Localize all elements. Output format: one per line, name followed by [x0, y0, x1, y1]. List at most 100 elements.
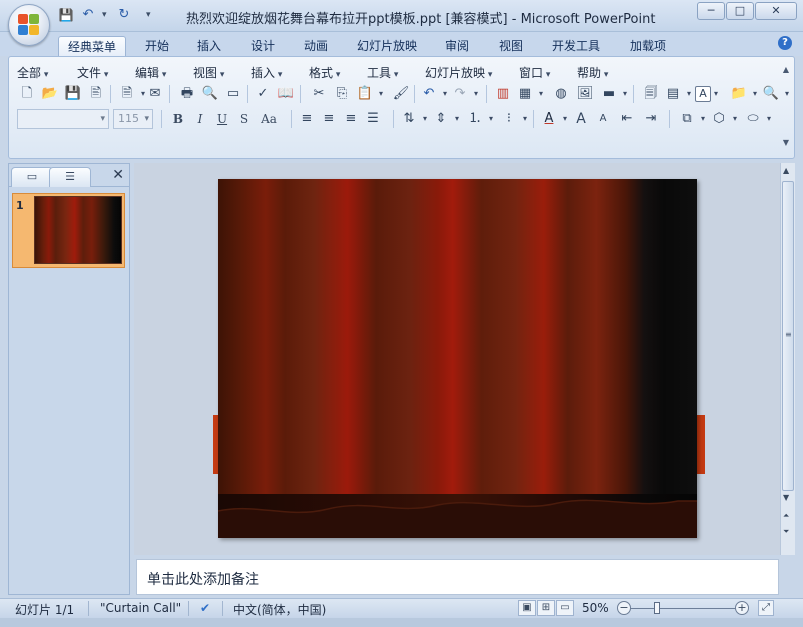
research-icon[interactable]: 📖 — [276, 84, 296, 104]
close-button[interactable]: ✕ — [755, 2, 797, 20]
customize-qat-icon[interactable]: ▾ — [146, 10, 154, 20]
copy-icon[interactable]: ⎘ — [332, 84, 352, 104]
zoom-slider-knob[interactable] — [654, 602, 660, 614]
normal-view-button[interactable]: ▣ — [518, 600, 536, 616]
menu-file[interactable]: 文件 — [77, 64, 108, 81]
zoom-icon[interactable]: 🔍 — [761, 84, 789, 104]
folder-icon[interactable]: 📁 — [729, 84, 757, 104]
scroll-up-icon[interactable]: ▲ — [783, 166, 789, 175]
print-preview-icon[interactable]: 🔍 — [200, 84, 220, 104]
undo-dropdown-icon[interactable]: ▾ — [102, 10, 110, 20]
menu-all[interactable]: 全部 — [17, 64, 48, 81]
menu-format[interactable]: 格式 — [309, 64, 340, 81]
shadow-button[interactable]: S — [235, 110, 253, 128]
new-slide-icon[interactable]: 🗐 — [641, 84, 661, 104]
menu-window[interactable]: 窗口 — [519, 64, 550, 81]
slides-tab[interactable]: ▭ — [11, 167, 53, 187]
minimize-button[interactable]: ─ — [697, 2, 725, 20]
tab-insert[interactable]: 插入 — [188, 36, 230, 56]
align-text-icon[interactable]: ⇕ — [431, 109, 459, 129]
table-icon[interactable]: ▦ — [515, 84, 543, 104]
cut-icon[interactable]: ✂ — [309, 84, 329, 104]
grow-font-icon[interactable]: A — [571, 109, 591, 129]
clip-art-icon[interactable]: ◍ — [551, 84, 571, 104]
tab-classic-menu[interactable]: 经典菜单 — [58, 36, 126, 56]
slide-sorter-button[interactable]: ⊞ — [537, 600, 555, 616]
zoom-out-icon[interactable]: − — [617, 601, 631, 615]
redo-icon[interactable]: ↻ — [116, 7, 132, 23]
font-name-combo[interactable] — [17, 109, 109, 129]
permission-icon[interactable]: 🗎 — [117, 84, 145, 104]
slide-thumbnail[interactable] — [34, 196, 122, 264]
font-size-combo[interactable]: 115 — [113, 109, 153, 129]
next-slide-icon[interactable]: ⏷ — [783, 527, 789, 537]
tab-home[interactable]: 开始 — [136, 36, 178, 56]
text-box-icon[interactable]: A — [695, 86, 718, 102]
slide-show-button[interactable]: ▭ — [556, 600, 574, 616]
tab-developer[interactable]: 开发工具 — [544, 36, 608, 56]
bold-button[interactable]: B — [169, 110, 187, 128]
undo-icon[interactable]: ↶ — [419, 84, 447, 104]
text-direction-icon[interactable]: ⇅ — [399, 109, 427, 129]
previous-slide-icon[interactable]: ⏶ — [783, 511, 789, 521]
undo-icon[interactable]: ↶ — [80, 7, 96, 23]
align-left-icon[interactable]: ≡ — [297, 109, 317, 129]
arrange-icon[interactable]: ⧉ — [677, 109, 705, 129]
save-icon[interactable]: 💾 — [63, 84, 83, 104]
save-as-pdf-icon[interactable]: 🖹 — [86, 84, 106, 104]
decrease-indent-icon[interactable]: ⇤ — [617, 109, 637, 129]
outline-tab[interactable]: ☰ — [49, 167, 91, 187]
fill-color-icon[interactable]: ▬ — [599, 84, 627, 104]
underline-button[interactable]: U — [213, 110, 231, 128]
maximize-button[interactable]: □ — [726, 2, 754, 20]
zoom-level[interactable]: 50% — [582, 601, 609, 615]
scroll-down-icon[interactable]: ▼ — [783, 493, 789, 502]
increase-indent-icon[interactable]: ⇥ — [641, 109, 661, 129]
picture-icon[interactable]: 🖼 — [575, 84, 595, 104]
shrink-font-icon[interactable]: A — [593, 109, 613, 129]
preview-icon[interactable]: ▭ — [223, 84, 243, 104]
tab-view[interactable]: 视图 — [490, 36, 532, 56]
menu-edit[interactable]: 编辑 — [135, 64, 166, 81]
vertical-scrollbar[interactable]: ▲ ≡ ▼ ⏶ ⏷ — [780, 163, 795, 555]
tab-add-ins[interactable]: 加载项 — [622, 36, 674, 56]
paste-icon[interactable]: 📋 — [355, 84, 383, 104]
redo-icon[interactable]: ↷ — [450, 84, 478, 104]
tab-design[interactable]: 设计 — [242, 36, 284, 56]
spell-check-icon[interactable]: ✔ — [200, 601, 210, 615]
email-icon[interactable]: ✉ — [145, 84, 165, 104]
spelling-icon[interactable]: ✓ — [253, 84, 273, 104]
notes-pane[interactable]: 单击此处添加备注 — [136, 559, 779, 595]
fit-to-window-icon[interactable]: ⤢ — [758, 600, 774, 616]
font-color-icon[interactable]: A — [539, 109, 567, 129]
slide-canvas[interactable] — [218, 179, 697, 538]
menu-insert[interactable]: 插入 — [251, 64, 282, 81]
justify-icon[interactable]: ☰ — [363, 109, 383, 129]
quick-styles-icon[interactable]: ⬭ — [743, 109, 771, 129]
scroll-down-icon[interactable]: ▼ — [780, 138, 792, 147]
scroll-up-icon[interactable]: ▲ — [780, 65, 792, 74]
change-case-button[interactable]: Aa — [257, 110, 281, 128]
ribbon-scroll[interactable]: ▲ ▼ — [780, 61, 792, 155]
save-icon[interactable]: 💾 — [58, 7, 74, 23]
shapes-icon[interactable]: ⬡ — [709, 109, 737, 129]
menu-help[interactable]: 帮助 — [577, 64, 608, 81]
chart-icon[interactable]: ▥ — [493, 84, 513, 104]
menu-slide-show[interactable]: 幻灯片放映 — [425, 64, 492, 81]
tab-slide-show[interactable]: 幻灯片放映 — [350, 36, 424, 56]
align-center-icon[interactable]: ≡ — [319, 109, 339, 129]
open-icon[interactable]: 📂 — [40, 84, 60, 104]
slide-thumbnail-selected[interactable] — [12, 193, 125, 268]
bullets-icon[interactable]: ⁝ — [499, 109, 527, 129]
print-icon[interactable]: 🖶 — [177, 84, 197, 104]
tab-animations[interactable]: 动画 — [295, 36, 337, 56]
close-panel-icon[interactable]: ✕ — [112, 167, 124, 183]
help-icon[interactable]: ? — [778, 36, 792, 50]
office-button[interactable] — [8, 4, 50, 46]
menu-view[interactable]: 视图 — [193, 64, 224, 81]
menu-tools[interactable]: 工具 — [367, 64, 398, 81]
align-right-icon[interactable]: ≡ — [341, 109, 361, 129]
language-indicator[interactable]: 中文(简体，中国) — [233, 601, 326, 618]
format-painter-icon[interactable]: 🖌 — [391, 84, 411, 104]
layout-icon[interactable]: ▤ — [663, 84, 691, 104]
